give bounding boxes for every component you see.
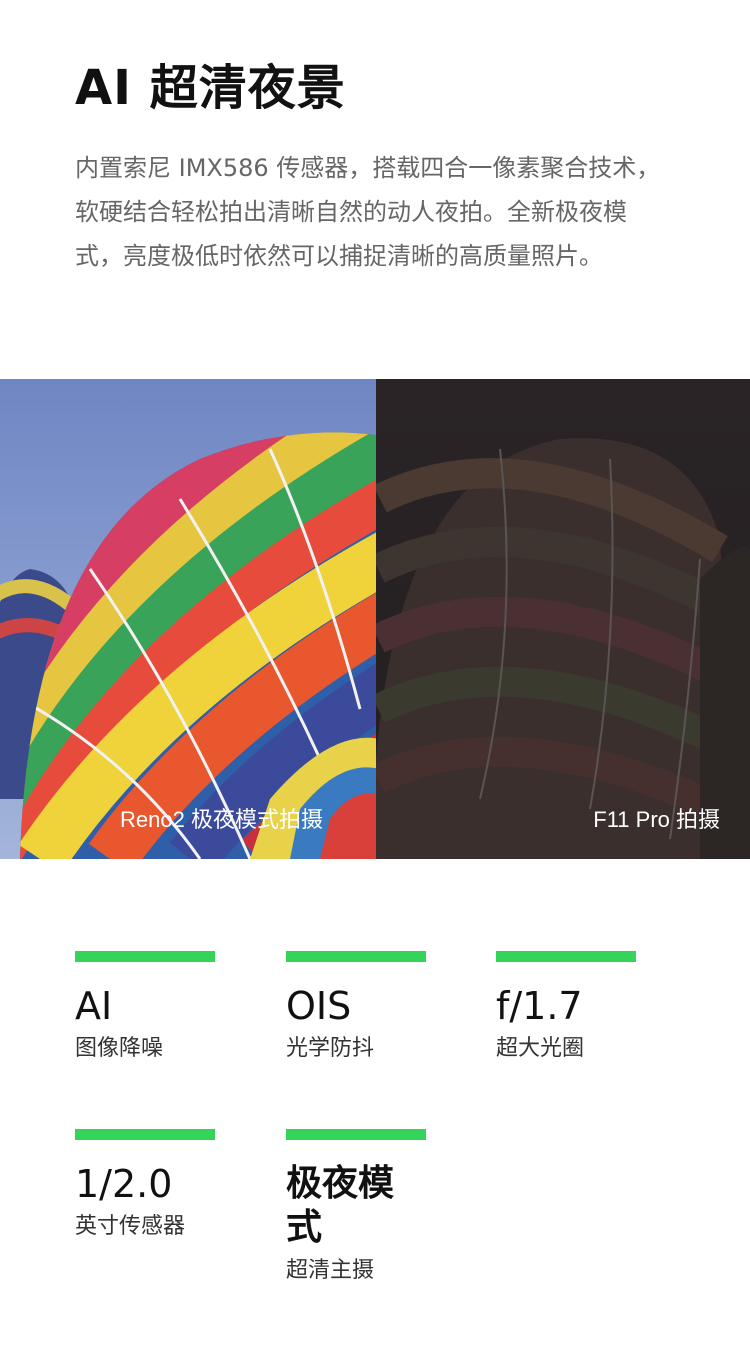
night-mode-comparison-image (0, 379, 750, 859)
spec-label: 超大光圈 (496, 1036, 585, 1061)
spec-accent-bar (75, 1129, 215, 1140)
page-title: AI 超清夜景 (75, 60, 346, 116)
spec-label: 图像降噪 (75, 1036, 164, 1061)
spec-night-mode: 极夜模式 超清主摄 (286, 1129, 426, 1286)
spec-ois: OIS 光学防抖 (286, 951, 426, 1064)
spec-value: OIS (286, 984, 352, 1028)
spec-label: 英寸传感器 (75, 1214, 186, 1239)
spec-aperture: f/1.7 超大光圈 (496, 951, 636, 1064)
spec-value: AI (75, 984, 113, 1028)
spec-accent-bar (286, 1129, 426, 1140)
spec-value: f/1.7 (496, 984, 583, 1028)
spec-accent-bar (286, 951, 426, 962)
spec-label: 光学防抖 (286, 1036, 375, 1061)
spec-value: 1/2.0 (75, 1162, 173, 1206)
right-photo-caption: F11 Pro 拍摄 (593, 807, 720, 832)
spec-value: 极夜模式 (286, 1163, 395, 1248)
spec-sensor-size: 1/2.0 英寸传感器 (75, 1129, 215, 1242)
spec-ai-denoise: AI 图像降噪 (75, 951, 215, 1064)
feature-description: 内置索尼 IMX586 传感器，搭载四合一像素聚合技术，软硬结合轻松拍出清晰自然… (75, 154, 661, 270)
spec-accent-bar (75, 951, 215, 962)
spec-label: 超清主摄 (286, 1258, 375, 1283)
left-photo-caption: Reno2 极夜模式拍摄 (120, 807, 323, 832)
spec-accent-bar (496, 951, 636, 962)
